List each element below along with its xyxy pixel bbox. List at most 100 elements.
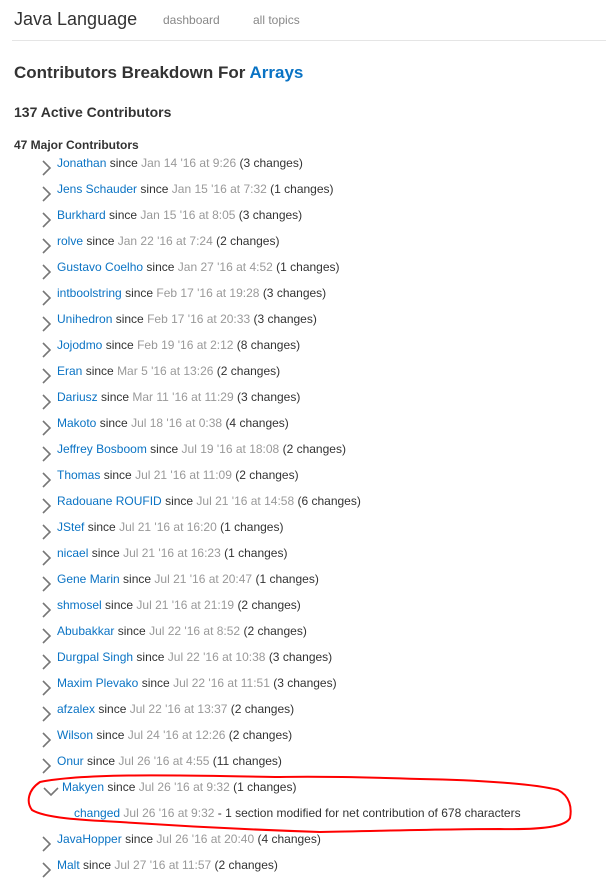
chevron-right-icon[interactable] xyxy=(40,210,54,228)
since-label: since xyxy=(109,156,138,170)
contributor-name-link[interactable]: Burkhard xyxy=(57,208,106,222)
contributor-name-link[interactable]: Makoto xyxy=(57,416,96,430)
contributor-row: Thomas since Jul 21 '16 at 11:09 (2 chan… xyxy=(0,466,606,492)
contributor-change-count: (3 changes) xyxy=(236,390,301,404)
contributor-name-link[interactable]: Jonathan xyxy=(57,156,106,170)
changed-link[interactable]: changed xyxy=(74,806,120,820)
contributor-name-link[interactable]: Dariusz xyxy=(57,390,98,404)
since-label: since xyxy=(87,754,116,768)
contributor-name-link[interactable]: Thomas xyxy=(57,468,100,482)
contributor-summary: Makyen since Jul 26 '16 at 9:32 (1 chang… xyxy=(62,778,296,796)
chevron-right-icon[interactable] xyxy=(40,522,54,540)
since-label: since xyxy=(123,572,152,586)
contributor-since-date: Jul 26 '16 at 20:40 xyxy=(156,832,255,846)
contributor-name-link[interactable]: afzalex xyxy=(57,702,95,716)
contributor-row: Burkhard since Jan 15 '16 at 8:05 (3 cha… xyxy=(0,206,606,232)
contributor-name-link[interactable]: Jens Schauder xyxy=(57,182,137,196)
contributor-change-count: (2 changes) xyxy=(230,702,295,716)
chevron-down-icon[interactable] xyxy=(42,784,59,802)
contributor-name-link[interactable]: Malt xyxy=(57,858,80,872)
chevron-right-icon[interactable] xyxy=(40,678,54,696)
contributor-name-link[interactable]: Gene Marin xyxy=(57,572,120,586)
topic-link[interactable]: Arrays xyxy=(250,63,304,82)
contributor-list: Jonathan since Jan 14 '16 at 9:26 (3 cha… xyxy=(0,154,606,882)
contributor-name-link[interactable]: Wilson xyxy=(57,728,93,742)
contributor-row: Wilson since Jul 24 '16 at 12:26 (2 chan… xyxy=(0,726,606,752)
since-label: since xyxy=(165,494,194,508)
contributor-name-link[interactable]: Gustavo Coelho xyxy=(57,260,143,274)
contributor-change-count: (2 changes) xyxy=(243,624,307,638)
contributor-name-link[interactable]: shmosel xyxy=(57,598,102,612)
chevron-right-icon[interactable] xyxy=(40,574,54,592)
brand-link[interactable]: Java Language xyxy=(14,9,137,30)
active-contributors-heading: 137 Active Contributors xyxy=(14,104,172,120)
contributor-since-date: Feb 17 '16 at 19:28 xyxy=(156,286,260,300)
contributor-name-link[interactable]: intboolstring xyxy=(57,286,122,300)
contributor-summary: Radouane ROUFID since Jul 21 '16 at 14:5… xyxy=(57,492,361,510)
contributor-name-link[interactable]: JavaHopper xyxy=(57,832,122,846)
contributor-change-count: (2 changes) xyxy=(216,364,281,378)
contributor-name-link[interactable]: Jojodmo xyxy=(57,338,102,352)
chevron-right-icon[interactable] xyxy=(40,236,54,254)
chevron-right-icon[interactable] xyxy=(40,730,54,748)
contributor-name-link[interactable]: nicael xyxy=(57,546,88,560)
contributor-row: Makoto since Jul 18 '16 at 0:38 (4 chang… xyxy=(0,414,606,440)
chevron-right-icon[interactable] xyxy=(40,340,54,358)
change-date: Jul 26 '16 at 9:32 xyxy=(123,806,215,820)
chevron-right-icon[interactable] xyxy=(40,626,54,644)
contributor-name-link[interactable]: Unihedron xyxy=(57,312,112,326)
nav-all-topics-link[interactable]: all topics xyxy=(253,13,300,27)
chevron-right-icon[interactable] xyxy=(40,834,54,852)
chevron-right-icon[interactable] xyxy=(40,600,54,618)
contributor-name-link[interactable]: rolve xyxy=(57,234,83,248)
since-label: since xyxy=(96,728,125,742)
contributor-name-link[interactable]: Radouane ROUFID xyxy=(57,494,162,508)
chevron-right-icon[interactable] xyxy=(40,704,54,722)
chevron-right-icon[interactable] xyxy=(40,652,54,670)
contributor-name-link[interactable]: JStef xyxy=(57,520,84,534)
chevron-right-icon[interactable] xyxy=(40,548,54,566)
chevron-right-icon[interactable] xyxy=(40,444,54,462)
chevron-right-icon[interactable] xyxy=(40,366,54,384)
contributor-row: Gustavo Coelho since Jan 27 '16 at 4:52 … xyxy=(0,258,606,284)
contributor-summary: shmosel since Jul 21 '16 at 21:19 (2 cha… xyxy=(57,596,301,614)
contributor-change-count: (1 changes) xyxy=(270,182,334,196)
since-label: since xyxy=(140,182,169,196)
contributor-name-link[interactable]: Jeffrey Bosboom xyxy=(57,442,147,456)
contributor-row: JavaHopper since Jul 26 '16 at 20:40 (4 … xyxy=(0,830,606,856)
contributor-summary: Makoto since Jul 18 '16 at 0:38 (4 chang… xyxy=(57,414,289,432)
contributor-since-date: Mar 11 '16 at 11:29 xyxy=(132,390,234,404)
contributor-row: rolve since Jan 22 '16 at 7:24 (2 change… xyxy=(0,232,606,258)
contributor-name-link[interactable]: Onur xyxy=(57,754,84,768)
contributor-change-count: (2 changes) xyxy=(216,234,280,248)
contributor-change-count: (3 changes) xyxy=(239,156,303,170)
since-label: since xyxy=(98,702,127,716)
contributor-summary: Onur since Jul 26 '16 at 4:55 (11 change… xyxy=(57,752,282,770)
chevron-right-icon[interactable] xyxy=(40,496,54,514)
contributor-summary: Malt since Jul 27 '16 at 11:57 (2 change… xyxy=(57,856,278,874)
contributor-summary: JavaHopper since Jul 26 '16 at 20:40 (4 … xyxy=(57,830,321,848)
contributor-change-count: (3 changes) xyxy=(268,650,333,664)
major-contributors-heading: 47 Major Contributors xyxy=(14,138,139,152)
chevron-right-icon[interactable] xyxy=(40,158,54,176)
chevron-right-icon[interactable] xyxy=(40,860,54,878)
nav-dashboard-link[interactable]: dashboard xyxy=(163,13,220,27)
chevron-right-icon[interactable] xyxy=(40,288,54,306)
chevron-right-icon[interactable] xyxy=(40,418,54,436)
chevron-right-icon[interactable] xyxy=(40,262,54,280)
chevron-right-icon[interactable] xyxy=(40,756,54,774)
chevron-right-icon[interactable] xyxy=(40,470,54,488)
contributor-since-date: Jul 21 '16 at 20:47 xyxy=(154,572,253,586)
contributor-row: Jonathan since Jan 14 '16 at 9:26 (3 cha… xyxy=(0,154,606,180)
contributor-name-link[interactable]: Durgpal Singh xyxy=(57,650,133,664)
since-label: since xyxy=(99,416,128,430)
contributor-name-link[interactable]: Eran xyxy=(57,364,82,378)
contributor-name-link[interactable]: Maxim Plevako xyxy=(57,676,138,690)
chevron-right-icon[interactable] xyxy=(40,314,54,332)
since-label: since xyxy=(141,676,170,690)
contributor-name-link[interactable]: Abubakkar xyxy=(57,624,114,638)
contributor-summary: Jeffrey Bosboom since Jul 19 '16 at 18:0… xyxy=(57,440,346,458)
contributor-name-link[interactable]: Makyen xyxy=(62,780,104,794)
chevron-right-icon[interactable] xyxy=(40,392,54,410)
chevron-right-icon[interactable] xyxy=(40,184,54,202)
